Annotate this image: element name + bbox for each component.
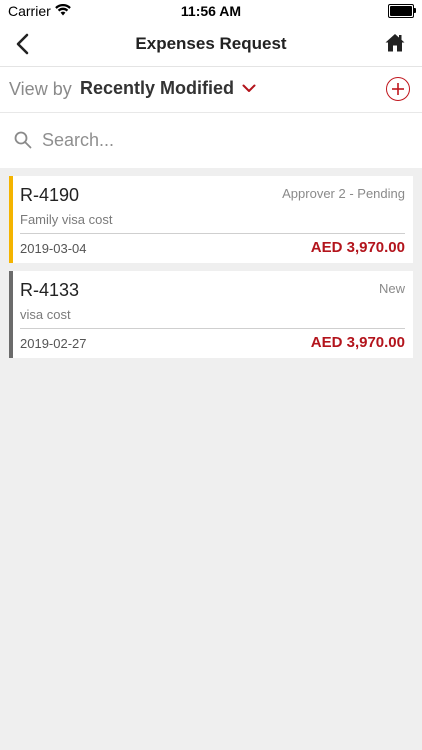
- battery-icon: [388, 4, 416, 18]
- request-card[interactable]: R-4190 Approver 2 - Pending Family visa …: [9, 176, 413, 263]
- card-divider: [20, 328, 405, 329]
- request-status: Approver 2 - Pending: [282, 186, 405, 201]
- request-list: R-4190 Approver 2 - Pending Family visa …: [0, 168, 422, 358]
- header-area: Carrier 11:56 AM Expenses Request View b…: [0, 0, 422, 168]
- request-card[interactable]: R-4133 New visa cost 2019-02-27 AED 3,97…: [9, 271, 413, 358]
- request-id: R-4190: [20, 185, 80, 205]
- chevron-down-icon: [242, 84, 256, 92]
- home-button[interactable]: [384, 32, 408, 56]
- page-title: Expenses Request: [135, 34, 287, 53]
- request-id: R-4133: [20, 280, 80, 300]
- view-by-bar: View by Recently Modified: [0, 67, 422, 113]
- add-request-button[interactable]: [386, 77, 410, 101]
- home-icon: [385, 34, 405, 52]
- request-amount: AED 3,970.00: [310, 239, 405, 256]
- card-divider: [20, 233, 405, 234]
- request-status: New: [378, 281, 405, 296]
- request-amount: AED 3,970.00: [310, 334, 405, 351]
- search-icon: [14, 131, 32, 149]
- view-by-value: Recently Modified: [80, 78, 235, 98]
- search-input[interactable]: [42, 127, 382, 153]
- search-bar: [0, 113, 422, 168]
- status-bar: Carrier 11:56 AM: [0, 0, 422, 22]
- request-description: Family visa cost: [20, 212, 113, 227]
- request-date: 2019-03-04: [20, 241, 87, 256]
- request-date: 2019-02-27: [20, 336, 87, 351]
- view-by-dropdown[interactable]: Recently Modified: [80, 78, 256, 99]
- expenses-request-screen: Carrier 11:56 AM Expenses Request View b…: [0, 0, 422, 750]
- status-time: 11:56 AM: [180, 3, 242, 19]
- chevron-left-icon: [16, 33, 29, 55]
- plus-circle-icon: [392, 83, 404, 95]
- nav-bar: Expenses Request: [0, 22, 422, 67]
- back-button[interactable]: [8, 30, 36, 58]
- view-by-label: View by: [9, 79, 72, 99]
- request-description: visa cost: [20, 307, 71, 322]
